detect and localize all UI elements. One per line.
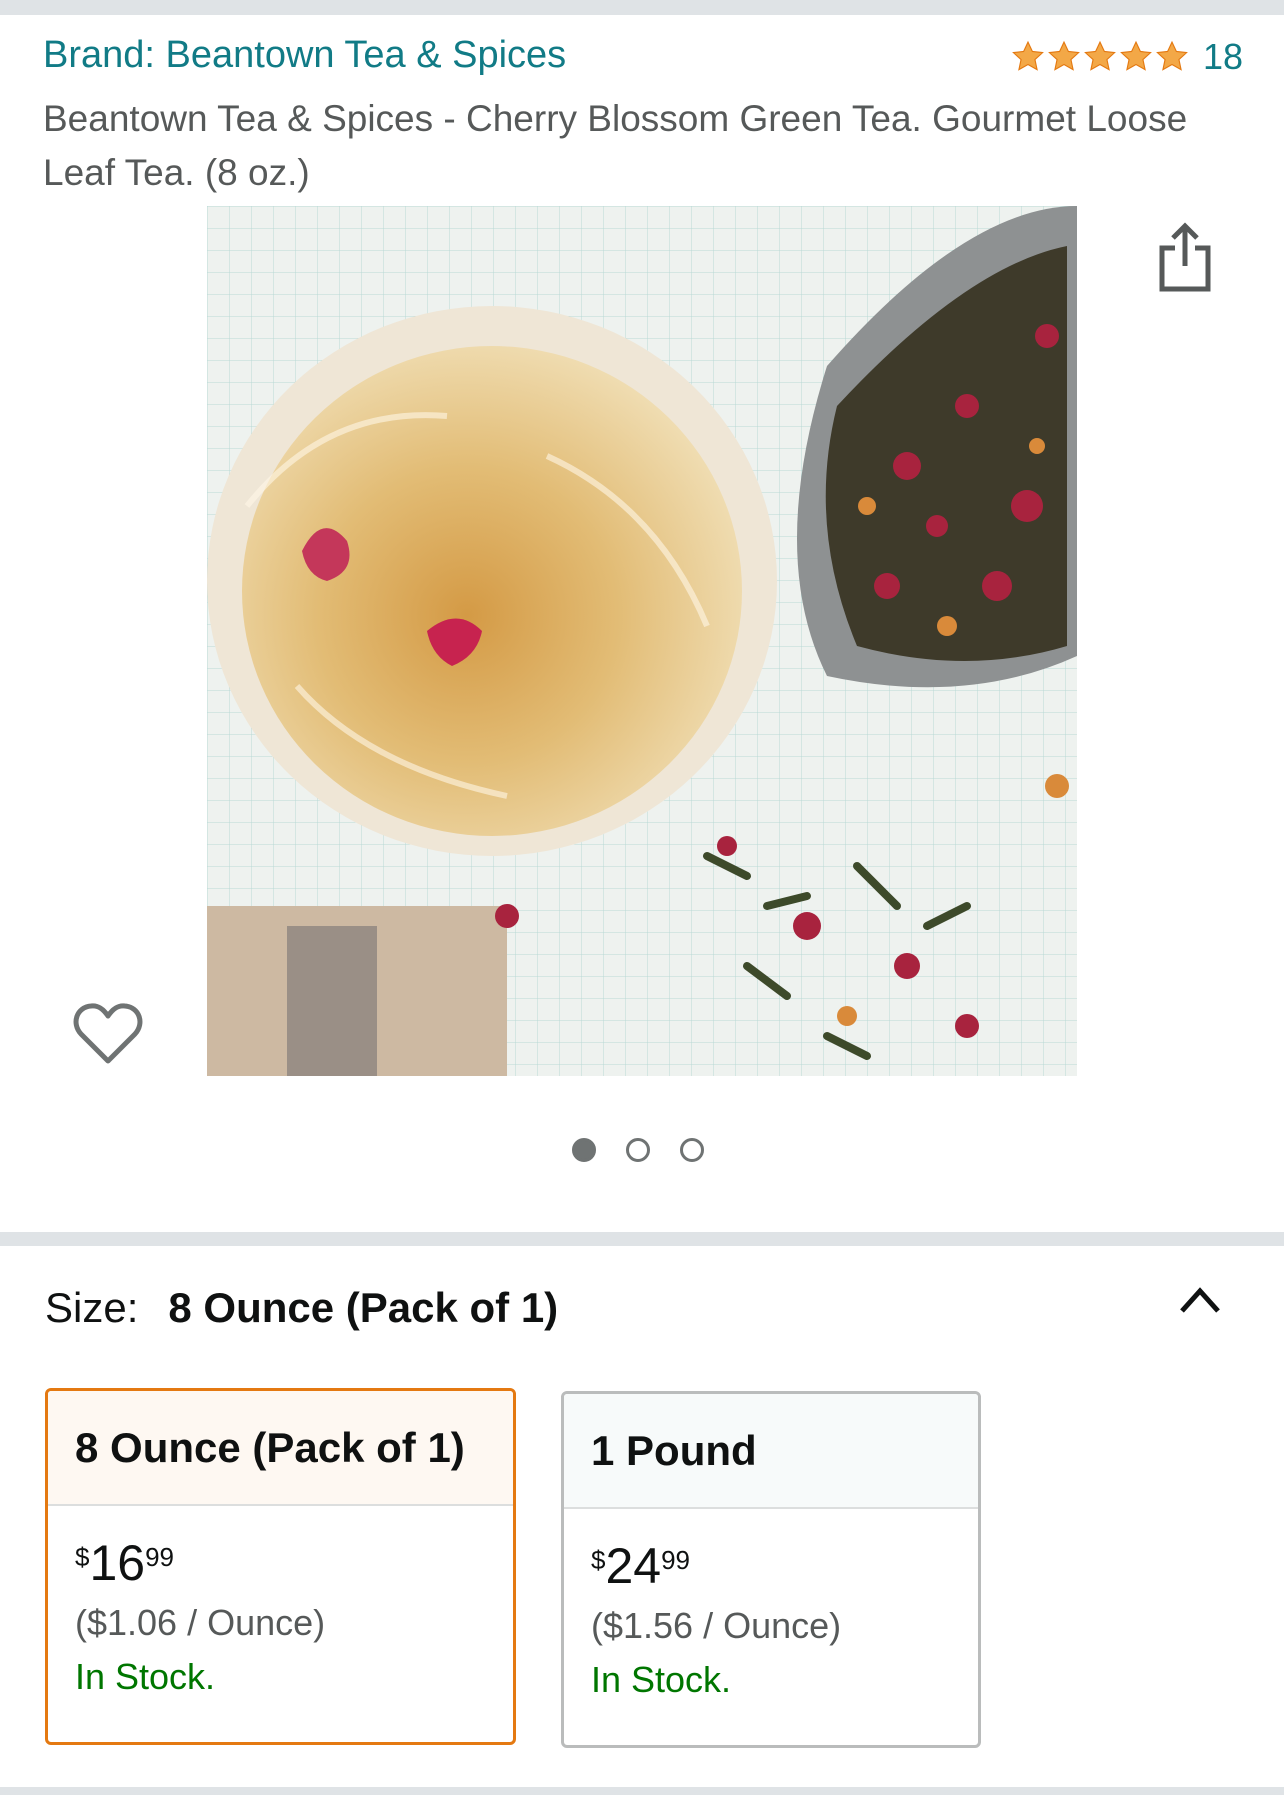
size-option-name: 8 Ounce (Pack of 1) <box>48 1391 513 1506</box>
top-divider <box>0 0 1284 15</box>
brand-link[interactable]: Brand: Beantown Tea & Spices <box>43 34 566 77</box>
star-icon <box>1012 40 1044 71</box>
product-image[interactable] <box>207 206 1077 1076</box>
size-selector-header: Size: 8 Ounce (Pack of 1) <box>45 1284 558 1332</box>
chevron-up-icon[interactable] <box>1176 1283 1224 1315</box>
unit-price: ($1.56 / Ounce) <box>591 1605 842 1646</box>
star-icon <box>1156 40 1188 71</box>
size-option-name: 1 Pound <box>564 1394 978 1509</box>
carousel-dot[interactable] <box>680 1138 704 1162</box>
price-fraction: 99 <box>145 1542 175 1572</box>
option-price: $ 16 99 <box>75 1538 513 1588</box>
share-icon[interactable] <box>1157 222 1213 294</box>
rating-count[interactable]: 18 <box>1203 36 1243 78</box>
price-whole: 24 <box>605 1538 662 1594</box>
product-title: Beantown Tea & Spices - Cherry Blossom G… <box>43 98 1188 193</box>
star-rating <box>1011 40 1189 74</box>
price-currency: $ <box>75 1542 90 1572</box>
unit-price: ($1.06 / Ounce) <box>75 1602 326 1643</box>
star-icon <box>1048 40 1080 71</box>
selected-size-value: 8 Ounce (Pack of 1) <box>168 1284 559 1331</box>
price-currency: $ <box>591 1545 606 1575</box>
option-price: $ 24 99 <box>591 1541 978 1591</box>
size-option-8-ounce[interactable]: 8 Ounce (Pack of 1) $ 16 99 ($1.06 / Oun… <box>45 1388 516 1745</box>
price-fraction: 99 <box>661 1545 691 1575</box>
heart-icon[interactable] <box>73 1001 143 1067</box>
section-divider <box>0 1232 1284 1246</box>
star-icon <box>1120 40 1152 71</box>
carousel-dot[interactable] <box>626 1138 650 1162</box>
availability-status: In Stock. <box>591 1659 732 1700</box>
star-icon <box>1084 40 1116 71</box>
availability-status: In Stock. <box>75 1656 216 1697</box>
size-option-1-pound[interactable]: 1 Pound $ 24 99 ($1.56 / Ounce) In Stock… <box>561 1391 981 1748</box>
price-whole: 16 <box>89 1535 146 1591</box>
image-carousel-indicator <box>572 1138 704 1162</box>
rating-summary[interactable]: 18 <box>1011 36 1243 78</box>
carousel-dot[interactable] <box>572 1138 596 1162</box>
size-label: Size: <box>45 1284 139 1331</box>
bottom-divider <box>0 1787 1284 1795</box>
